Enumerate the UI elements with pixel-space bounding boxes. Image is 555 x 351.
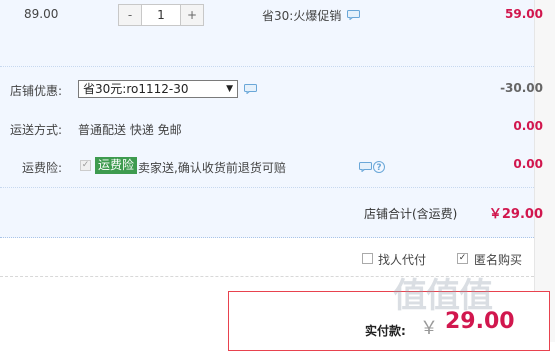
- insurance-label: 运费险:: [22, 161, 63, 175]
- shipping-method: 普通配送 快递 免邮: [78, 123, 182, 137]
- shop-discount-amount: -30.00: [500, 81, 543, 95]
- payment-currency: ￥: [420, 318, 438, 339]
- proxy-pay-checkbox[interactable]: [362, 253, 373, 264]
- shop-discount-selected: 省30元:ro1112-30: [83, 82, 189, 96]
- item-promotion: 省30:火爆促销: [262, 9, 342, 23]
- insurance-tag: 运费险: [95, 157, 138, 174]
- order-panel: [0, 0, 534, 238]
- insurance-checkbox: ✓: [80, 160, 91, 171]
- chat-icon[interactable]: [359, 162, 372, 172]
- insurance-description: 卖家送,确认收货前退货可赔: [138, 161, 286, 175]
- insurance-amount: 0.00: [513, 157, 543, 171]
- help-icon[interactable]: ?: [373, 161, 385, 173]
- quantity-input[interactable]: 1: [142, 5, 180, 25]
- shop-discount-select[interactable]: 省30元:ro1112-30 ▼: [78, 80, 238, 98]
- shipping-label: 运送方式:: [10, 123, 63, 137]
- shipping-amount: 0.00: [513, 119, 543, 133]
- shop-total-amount: ￥29.00: [488, 207, 543, 222]
- item-subtotal: 59.00: [505, 7, 543, 21]
- shop-discount-label: 店铺优惠:: [10, 84, 63, 98]
- item-unit-price: 89.00: [24, 7, 59, 21]
- payment-amount: 29.00: [445, 309, 515, 334]
- quantity-stepper[interactable]: - 1 +: [118, 4, 204, 26]
- quantity-plus-button[interactable]: +: [180, 5, 203, 25]
- payment-label: 实付款:: [365, 324, 406, 338]
- chat-icon[interactable]: [347, 10, 360, 20]
- row-divider: [0, 187, 534, 188]
- chat-icon[interactable]: [244, 84, 257, 94]
- row-divider: [0, 66, 534, 67]
- shop-total-label: 店铺合计(含运费): [364, 207, 458, 221]
- anonymous-checkbox[interactable]: ✓: [457, 253, 468, 264]
- anonymous-label[interactable]: 匿名购买: [474, 251, 522, 268]
- quantity-minus-button[interactable]: -: [119, 5, 142, 25]
- dropdown-arrow-icon: ▼: [226, 84, 233, 94]
- proxy-pay-label[interactable]: 找人代付: [378, 251, 426, 268]
